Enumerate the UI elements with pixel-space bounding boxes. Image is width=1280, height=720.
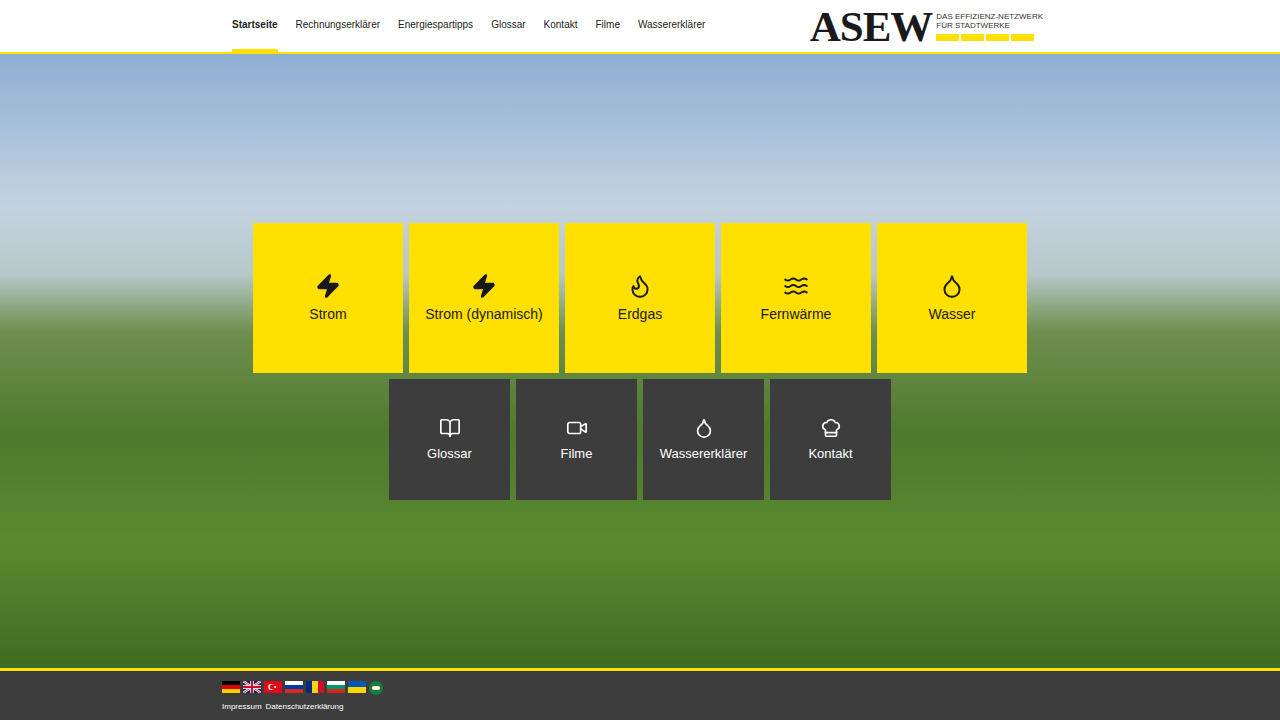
energy-tile[interactable]: Wasser bbox=[877, 223, 1027, 373]
energy-tile[interactable]: Erdgas bbox=[565, 223, 715, 373]
heat-waves-icon bbox=[783, 273, 809, 299]
language-flags bbox=[222, 681, 1280, 695]
nav-item[interactable]: Filme bbox=[596, 0, 620, 52]
ukrainian-flag-icon[interactable] bbox=[348, 681, 366, 693]
energy-tile[interactable]: Fernwärme bbox=[721, 223, 871, 373]
main-nav: Startseite Rechnungserklärer Energiesparti… bbox=[232, 0, 810, 52]
footer: Impressum Datenschutzerklärung bbox=[0, 668, 1280, 720]
info-tile[interactable]: Glossar bbox=[389, 379, 510, 500]
arabic-language-icon[interactable] bbox=[369, 681, 383, 695]
turkish-flag-icon[interactable] bbox=[264, 681, 282, 693]
info-tile[interactable]: Wassererklärer bbox=[643, 379, 764, 500]
water-drop-icon bbox=[939, 273, 965, 299]
asew-logo[interactable]: ASEWDAS EFFIZIENZ-NETZWERKFÜR STADTWERKE bbox=[810, 0, 1043, 52]
logo-bars bbox=[936, 34, 1043, 41]
nav-item[interactable]: Startseite bbox=[232, 0, 278, 52]
info-tiles: GlossarFilmeWassererklärerKontakt bbox=[389, 379, 891, 500]
hero-landscape-image: StromStrom (dynamisch)ErdgasFernwärmeWas… bbox=[0, 54, 1280, 668]
logo-tagline: DAS EFFIZIENZ-NETZWERKFÜR STADTWERKE bbox=[936, 12, 1043, 41]
british-flag-icon[interactable] bbox=[243, 681, 261, 693]
bulgarian-flag-icon[interactable] bbox=[327, 681, 345, 693]
energy-tile[interactable]: Strom (dynamisch) bbox=[409, 223, 559, 373]
energy-tile[interactable]: Strom bbox=[253, 223, 403, 373]
russian-flag-icon[interactable] bbox=[285, 681, 303, 693]
footer-link[interactable]: Impressum bbox=[222, 702, 262, 712]
book-icon bbox=[439, 417, 461, 439]
logo-wordmark: ASEW bbox=[810, 5, 933, 48]
nav-item[interactable]: Glossar bbox=[491, 0, 525, 52]
lightning-icon bbox=[315, 273, 341, 299]
page: Startseite Rechnungserklärer Energiesparti… bbox=[0, 0, 1280, 720]
lightning-icon bbox=[471, 273, 497, 299]
flame-icon bbox=[627, 273, 653, 299]
energy-tiles: StromStrom (dynamisch)ErdgasFernwärmeWas… bbox=[253, 223, 1027, 373]
header: Startseite Rechnungserklärer Energiesparti… bbox=[0, 0, 1280, 54]
nav-item[interactable]: Kontakt bbox=[544, 0, 578, 52]
video-camera-icon bbox=[566, 417, 588, 439]
footer-link[interactable]: Datenschutzerklärung bbox=[266, 702, 344, 712]
nav-item[interactable]: Wassererklärer bbox=[638, 0, 705, 52]
nav-item[interactable]: Energiespartipps bbox=[398, 0, 473, 52]
romanian-flag-icon[interactable] bbox=[306, 681, 324, 693]
contact-person-icon bbox=[820, 417, 842, 439]
nav-item[interactable]: Rechnungserklärer bbox=[296, 0, 381, 52]
info-tile[interactable]: Filme bbox=[516, 379, 637, 500]
info-tile[interactable]: Kontakt bbox=[770, 379, 891, 500]
footer-links: Impressum Datenschutzerklärung bbox=[222, 702, 1280, 712]
german-flag-icon[interactable] bbox=[222, 681, 240, 693]
water-drop-icon bbox=[693, 417, 715, 439]
